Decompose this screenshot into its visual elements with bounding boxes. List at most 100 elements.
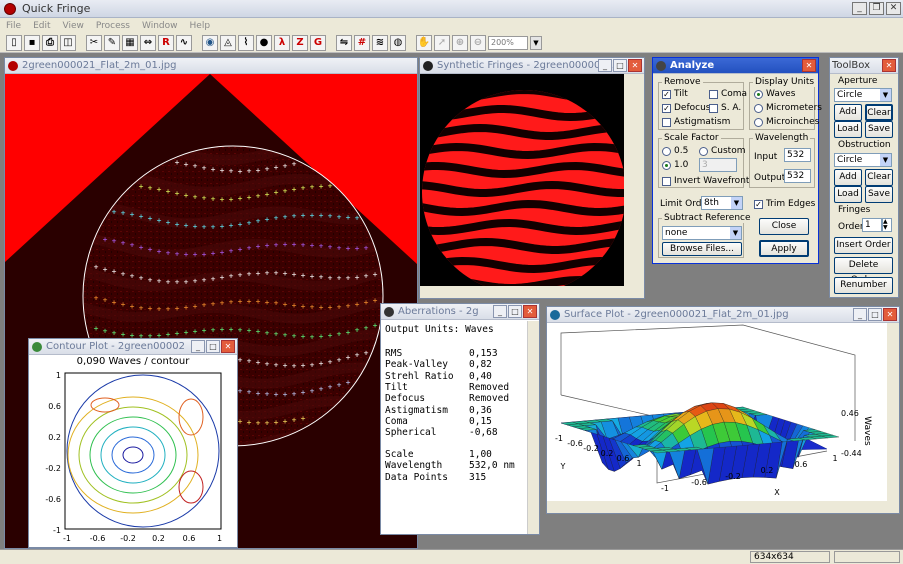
zoom-dropdown-icon[interactable]: ▼ bbox=[530, 35, 542, 50]
fringe-point[interactable]: + bbox=[274, 214, 279, 223]
fringe-point[interactable]: + bbox=[184, 191, 189, 200]
fringe-point[interactable]: + bbox=[355, 273, 360, 282]
fringe-point[interactable]: + bbox=[274, 299, 279, 308]
fringe-point[interactable]: + bbox=[175, 158, 180, 167]
restore-button[interactable]: ❐ bbox=[869, 2, 884, 15]
fringe-point[interactable]: + bbox=[202, 163, 207, 172]
fringe-point[interactable]: + bbox=[292, 416, 297, 425]
fringe-point[interactable]: + bbox=[175, 304, 180, 313]
fringe-point[interactable]: + bbox=[310, 241, 315, 250]
fringe-point[interactable]: + bbox=[328, 303, 333, 312]
fringe-point[interactable]: + bbox=[121, 300, 126, 309]
fringe-point[interactable]: + bbox=[211, 165, 216, 174]
fringe-point[interactable]: + bbox=[265, 419, 270, 428]
fringe-point[interactable]: + bbox=[373, 296, 378, 305]
fringe-point[interactable]: + bbox=[112, 267, 117, 276]
fringe-point[interactable]: + bbox=[364, 272, 369, 281]
insert-order-button[interactable]: Insert Order bbox=[834, 237, 893, 254]
tools-icon[interactable]: ✂ bbox=[86, 34, 102, 51]
contour-window-titlebar[interactable]: Contour Plot - 2green000021_ _ □ ✕ bbox=[29, 339, 237, 355]
fringe-point[interactable]: + bbox=[238, 386, 243, 395]
fringe-point[interactable]: + bbox=[283, 161, 288, 170]
fringe-point[interactable]: + bbox=[247, 297, 252, 306]
contour-close-button[interactable]: ✕ bbox=[221, 340, 235, 353]
input-wavelength-field[interactable]: 532 bbox=[784, 148, 811, 162]
fringe-point[interactable]: + bbox=[256, 269, 261, 278]
plot-icon[interactable]: ⌇ bbox=[238, 34, 254, 51]
obstruction-add-button[interactable]: Add bbox=[834, 169, 862, 186]
invert-wavefront-checkbox[interactable]: Invert Wavefront bbox=[662, 176, 749, 186]
fringe-point[interactable]: + bbox=[337, 355, 342, 364]
mirror-icon[interactable]: ⇋ bbox=[336, 34, 352, 51]
fringe-point[interactable]: + bbox=[103, 326, 108, 335]
fringe-point[interactable]: + bbox=[274, 330, 279, 339]
fringe-point[interactable]: + bbox=[238, 194, 243, 203]
fringe-point[interactable]: + bbox=[247, 167, 252, 176]
scale-10-radio[interactable]: 1.0 bbox=[662, 160, 688, 170]
browse-files-button[interactable]: Browse Files... bbox=[662, 242, 742, 256]
zoom-select[interactable]: 200% bbox=[488, 35, 528, 50]
fringe-point[interactable]: + bbox=[229, 167, 234, 176]
fringe-point[interactable]: + bbox=[166, 277, 171, 286]
fringe-point[interactable]: + bbox=[301, 240, 306, 249]
fringe-point[interactable]: + bbox=[184, 328, 189, 337]
numbers-icon[interactable]: # bbox=[354, 34, 370, 51]
fringe-point[interactable]: + bbox=[310, 303, 315, 312]
fringe-point[interactable]: + bbox=[148, 245, 153, 254]
fringe-point[interactable]: + bbox=[346, 328, 351, 337]
fringe-point[interactable]: + bbox=[292, 332, 297, 341]
menu-file[interactable]: File bbox=[0, 21, 27, 31]
fringe-point[interactable]: + bbox=[130, 210, 135, 219]
print-preview-icon[interactable]: ◫ bbox=[60, 34, 76, 51]
fringe-point[interactable]: + bbox=[301, 271, 306, 280]
order-input[interactable]: 1 bbox=[862, 218, 882, 232]
fringe-point[interactable]: + bbox=[229, 272, 234, 281]
fringe-point[interactable]: + bbox=[355, 351, 360, 360]
analyze-close-x-button[interactable]: ✕ bbox=[802, 59, 816, 72]
obstruction-save-button[interactable]: Save bbox=[865, 186, 893, 203]
fringe-point[interactable]: + bbox=[328, 357, 333, 366]
fringe-point[interactable]: + bbox=[220, 298, 225, 307]
fringe-point[interactable]: + bbox=[301, 332, 306, 341]
fringe-point[interactable]: + bbox=[292, 361, 297, 370]
fringe-point[interactable]: + bbox=[193, 222, 198, 231]
toolbox-titlebar[interactable]: ToolBox ✕ bbox=[830, 58, 898, 74]
fringe-point[interactable]: + bbox=[247, 218, 252, 227]
fringe-point[interactable]: + bbox=[328, 212, 333, 221]
fringe-point[interactable]: + bbox=[265, 215, 270, 224]
aberrations-close-button[interactable]: ✕ bbox=[523, 305, 537, 318]
fringe-point[interactable]: + bbox=[220, 325, 225, 334]
fringe-point[interactable]: + bbox=[373, 321, 378, 330]
aberrations-window-titlebar[interactable]: Aberrations - 2gr _ □ ✕ bbox=[381, 304, 539, 320]
fringe-point[interactable]: + bbox=[103, 235, 108, 244]
surface-maximize-button[interactable]: □ bbox=[868, 308, 882, 321]
fringe-point[interactable]: + bbox=[238, 167, 243, 176]
fringe-point[interactable]: + bbox=[220, 195, 225, 204]
fringe-point[interactable]: + bbox=[310, 332, 315, 341]
fringe-point[interactable]: + bbox=[211, 325, 216, 334]
fringe-point[interactable]: + bbox=[211, 274, 216, 283]
fringe-point[interactable]: + bbox=[274, 390, 279, 399]
pointer-icon[interactable]: ➚ bbox=[434, 34, 450, 51]
globe-icon[interactable]: ◍ bbox=[390, 34, 406, 51]
r-icon[interactable]: R bbox=[158, 34, 174, 51]
fringe-point[interactable]: + bbox=[355, 300, 360, 309]
output-wavelength-field[interactable]: 532 bbox=[784, 169, 811, 183]
fringe-point[interactable]: + bbox=[373, 270, 378, 279]
order-spinner[interactable]: ▲ ▼ bbox=[882, 218, 892, 232]
menu-process[interactable]: Process bbox=[90, 21, 136, 31]
fringe-point[interactable]: + bbox=[256, 297, 261, 306]
menu-edit[interactable]: Edit bbox=[27, 21, 56, 31]
fringe-point[interactable]: + bbox=[283, 300, 288, 309]
fringe-point[interactable]: + bbox=[328, 331, 333, 340]
fringe-point[interactable]: + bbox=[130, 272, 135, 281]
fringe-point[interactable]: + bbox=[283, 417, 288, 426]
fringe-point[interactable]: + bbox=[301, 414, 306, 423]
fringe-point[interactable]: + bbox=[301, 184, 306, 193]
fringe-point[interactable]: + bbox=[301, 302, 306, 311]
synthetic-scrollbar[interactable] bbox=[624, 74, 644, 298]
sphere-icon[interactable]: ◉ bbox=[202, 34, 218, 51]
surface-window-titlebar[interactable]: Surface Plot - 2green000021_Flat_2m_01.j… bbox=[547, 307, 899, 323]
fringe-point[interactable]: + bbox=[148, 183, 153, 192]
fringe-point[interactable]: + bbox=[238, 355, 243, 364]
